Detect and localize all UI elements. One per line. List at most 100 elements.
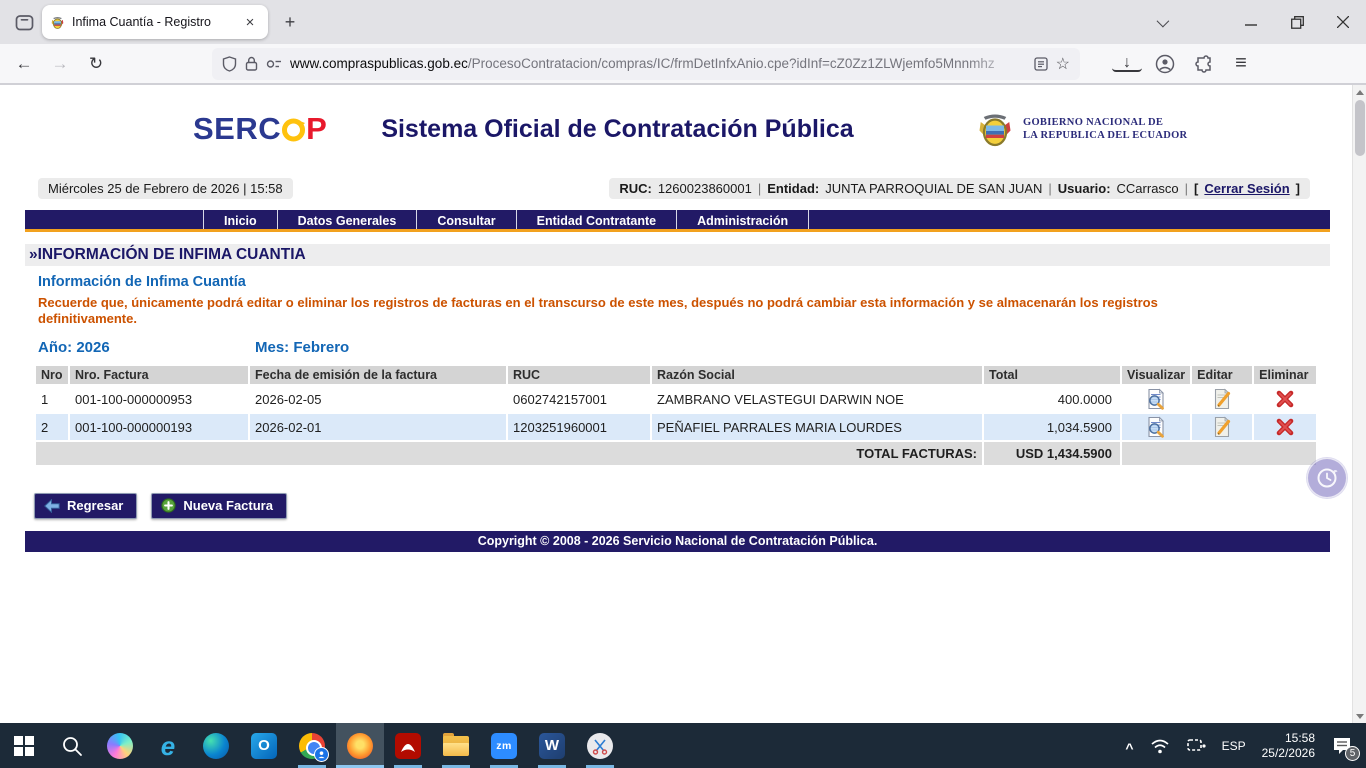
delete-x-icon[interactable] [1275,389,1295,409]
chevron-down-icon [1156,14,1169,27]
new-tab-button[interactable]: + [276,8,304,36]
taskbar-zoom-icon[interactable]: zm [480,723,528,768]
tab-favicon [50,15,65,30]
language-indicator[interactable]: ESP [1215,724,1253,767]
browser-tab[interactable]: Infima Cuantía - Registro × [42,5,268,39]
scrollbar-thumb[interactable] [1355,100,1365,156]
tray-show-hidden-icon[interactable]: ^ [1118,726,1140,768]
triangle-up [1356,90,1364,95]
lock-icon[interactable] [245,56,258,71]
government-brand: GOBIERNO NACIONAL DE LA REPUBLICA DEL EC… [975,107,1187,151]
usuario-label: Usuario: [1058,181,1111,196]
window-restore-button[interactable] [1274,0,1320,44]
firefox-view-icon[interactable] [8,6,40,38]
reload-button[interactable]: ↻ [80,48,112,80]
taskbar-search-icon[interactable] [48,723,96,768]
view-doc-icon[interactable] [1145,416,1167,438]
ecuador-coat-of-arms-icon [975,107,1015,151]
regresar-button[interactable]: Regresar [34,493,137,519]
wifi-icon[interactable] [1143,724,1177,767]
col-ruc: RUC [508,366,650,384]
vertical-scrollbar[interactable] [1352,85,1366,723]
forward-button[interactable]: → [44,48,76,80]
breadcrumb: »INFORMACIÓN DE INFIMA CUANTIA [25,244,1330,266]
editar-action[interactable] [1192,386,1252,412]
list-all-tabs-icon[interactable] [1144,5,1178,39]
tab-close-icon[interactable]: × [240,12,260,32]
cast-display-icon[interactable] [1179,724,1213,767]
clock-icon [1314,465,1340,491]
ruc-value: 1260023860001 [658,181,752,196]
visualizar-action[interactable] [1122,386,1190,412]
nav-item-administracion[interactable]: Administración [677,210,809,229]
usuario-value: CCarrasco [1117,181,1179,196]
visualizar-action[interactable] [1122,414,1190,440]
shield-icon[interactable] [222,56,237,72]
url-bar[interactable]: www.compraspublicas.gob.ec/ProcesoContra… [212,48,1080,80]
eliminar-action[interactable] [1254,386,1316,412]
account-icon[interactable] [1150,49,1180,79]
table-header-row: Nro Nro. Factura Fecha de emisión de la … [36,366,1316,384]
add-plus-icon [161,498,176,513]
taskbar-word-icon[interactable]: W [528,723,576,768]
nueva-factura-button[interactable]: Nueva Factura [151,493,287,519]
taskbar-acrobat-icon[interactable] [384,723,432,768]
col-total: Total [984,366,1120,384]
editar-action[interactable] [1192,414,1252,440]
url-path: /ProcesoContratacion/compras/IC/frmDetIn… [468,56,995,71]
browser-toolbar: ← → ↻ www.compraspublicas.gob.ec/Proceso… [0,44,1366,85]
taskbar-snipping-icon[interactable] [576,723,624,768]
separator: | [1185,181,1188,196]
col-editar: Editar [1192,366,1252,384]
edit-doc-icon[interactable] [1211,388,1233,410]
outlook-logo: O [251,733,277,759]
nav-item-entidad-contratante[interactable]: Entidad Contratante [517,210,677,229]
start-button[interactable] [0,723,48,768]
nav-item-datos-generales[interactable]: Datos Generales [278,210,418,229]
outlook-o: O [258,737,270,754]
eliminar-action[interactable] [1254,414,1316,440]
taskbar-edge-icon[interactable] [192,723,240,768]
facturas-table: Nro Nro. Factura Fecha de emisión de la … [34,364,1318,467]
firefox-view-glyph [15,13,34,32]
scroll-down-icon[interactable] [1353,709,1366,723]
bookmark-star-icon[interactable]: ☆ [1056,54,1070,74]
col-fecha: Fecha de emisión de la factura [250,366,506,384]
taskbar-copilot-icon[interactable] [96,723,144,768]
scroll-up-icon[interactable] [1353,85,1366,99]
taskbar-clock[interactable]: 15:58 25/2/2026 [1255,724,1322,767]
reader-mode-icon[interactable] [1034,57,1048,71]
government-line1: GOBIERNO NACIONAL DE [1023,116,1187,129]
session-timer-widget[interactable] [1307,458,1347,498]
view-doc-icon[interactable] [1145,388,1167,410]
nav-item-consultar[interactable]: Consultar [417,210,516,229]
delete-x-icon[interactable] [1275,417,1295,437]
taskbar-file-explorer-icon[interactable] [432,723,480,768]
table-row: 2 001-100-000000193 2026-02-01 120325196… [36,414,1316,440]
notification-center-icon[interactable]: 5 [1324,724,1360,767]
taskbar-outlook-icon[interactable]: O [240,723,288,768]
section-title: Información de Infima Cuantía [38,274,1330,290]
edit-doc-icon[interactable] [1211,416,1233,438]
nueva-factura-label: Nueva Factura [183,498,273,513]
taskbar-firefox-icon[interactable] [336,723,384,768]
window-minimize-button[interactable] [1228,0,1274,44]
total-facturas-label: TOTAL FACTURAS: [36,442,982,465]
extensions-icon[interactable] [1188,49,1218,79]
acrobat-logo [395,733,421,759]
window-close-button[interactable] [1320,0,1366,44]
taskbar-time: 15:58 [1285,731,1315,746]
downloads-icon[interactable]: ↓ [1112,55,1142,72]
regresar-label: Regresar [67,498,123,513]
cell-total: 400.0000 [984,386,1120,412]
taskbar-internet-explorer-icon[interactable]: e [144,723,192,768]
nav-item-inicio[interactable]: Inicio [203,210,278,229]
site-header: SERC P Sistema Oficial de Contratación P… [25,85,1330,177]
cell-fecha: 2026-02-01 [250,414,506,440]
menu-hamburger-icon[interactable]: ≡ [1226,49,1256,79]
taskbar-chrome-icon[interactable] [288,723,336,768]
logout-link[interactable]: Cerrar Sesión [1204,181,1289,196]
url-text[interactable]: www.compraspublicas.gob.ec/ProcesoContra… [290,56,1026,71]
back-button[interactable]: ← [8,48,40,80]
permissions-icon[interactable] [266,58,282,70]
